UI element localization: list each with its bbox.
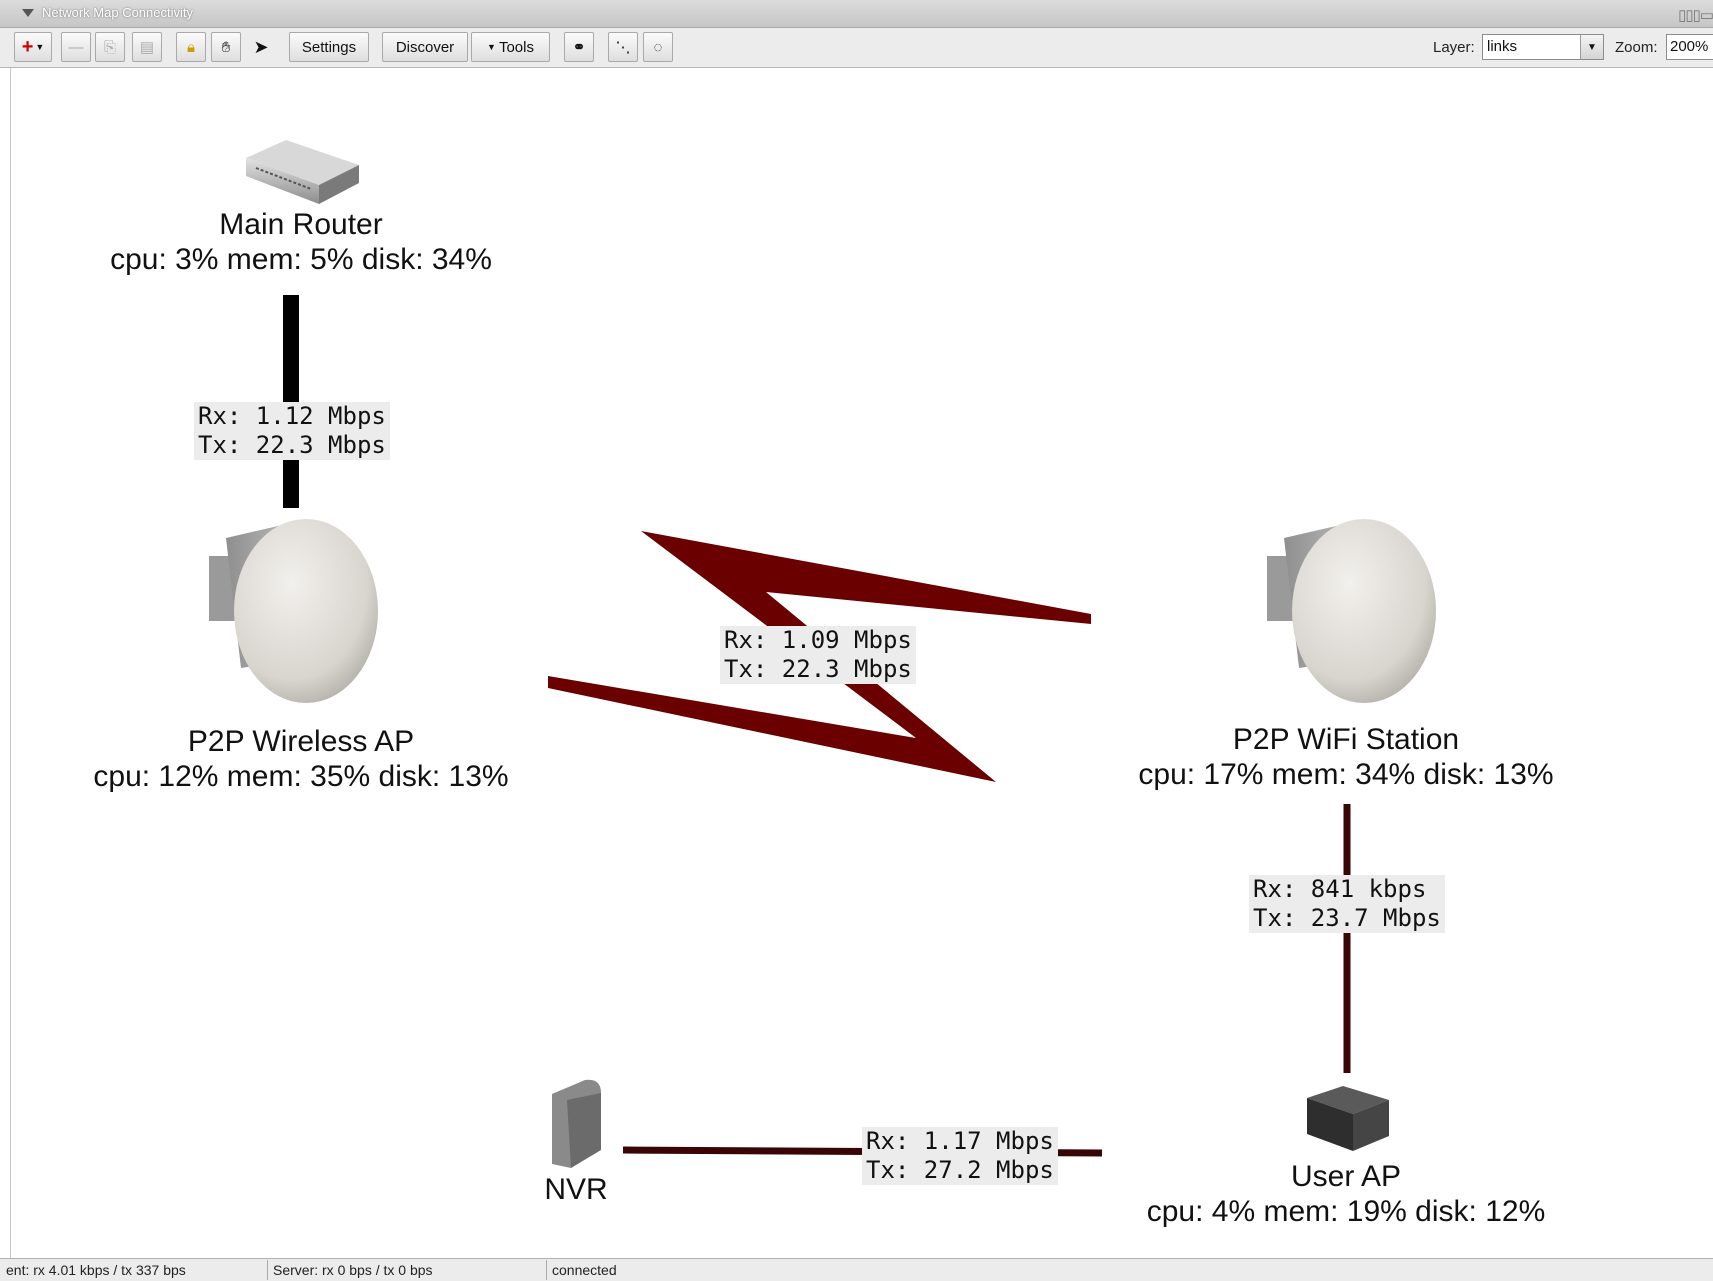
toolbar: + ▼ — ⎘ ▤ 🔒︎ ✋︎ ➤ Settings Discover ▼ Tool… — [0, 28, 1713, 68]
pointer-icon: ➤ — [253, 36, 269, 57]
node-main-router[interactable]: Main Router cpu: 3% mem: 5% disk: 34% — [51, 208, 551, 278]
server-traffic-status: Server: rx 0 bps / tx 0 bps — [273, 1262, 433, 1278]
p2p-station-device-icon[interactable] — [1267, 519, 1436, 703]
status-divider — [267, 1260, 268, 1280]
tools-label: Tools — [498, 38, 534, 56]
rx-text: Rx: 1.17 Mbps — [866, 1127, 1054, 1155]
layer-label: Layer: — [1433, 39, 1475, 56]
copy-icon: ⎘ — [103, 38, 116, 56]
window-titlebar: Network Map Connectivity ▯▯▯▭ — [0, 0, 1713, 28]
connection-status: connected — [552, 1262, 617, 1278]
node-name: Main Router — [219, 208, 383, 241]
rx-text: Rx: 1.12 Mbps — [198, 402, 386, 430]
node-name: User AP — [1290, 1160, 1402, 1193]
discover-button[interactable]: Discover — [382, 32, 468, 62]
hand-icon: ✋︎ — [221, 38, 231, 56]
rx-text: Rx: 841 kbps — [1253, 875, 1427, 903]
remove-button[interactable]: — — [61, 32, 91, 62]
router-device-icon[interactable] — [246, 140, 359, 204]
dropdown-arrow-icon: ▼ — [35, 42, 45, 52]
node-p2p-wireless-ap[interactable]: P2P Wireless AP cpu: 12% mem: 35% disk: … — [41, 725, 561, 795]
dropdown-arrow-icon: ▼ — [487, 42, 496, 52]
network-map-canvas[interactable]: Main Router cpu: 3% mem: 5% disk: 34% P2… — [10, 68, 1713, 1258]
link-label-router-ap: Rx: 1.12 Mbps Tx: 22.3 Mbps — [194, 402, 390, 460]
select-tool-button[interactable]: ➤ — [246, 32, 276, 62]
zoom-input[interactable]: 200% — [1666, 34, 1713, 60]
node-name: P2P Wireless AP — [187, 725, 415, 758]
dropdown-arrow-icon[interactable]: ▼ — [1580, 35, 1603, 59]
link-label-wireless: Rx: 1.09 Mbps Tx: 22.3 Mbps — [720, 626, 916, 684]
binoculars-icon: ⚭ — [572, 39, 586, 56]
find-button[interactable]: ⚭ — [564, 32, 594, 62]
tools-menu-button[interactable]: ▼ Tools — [471, 32, 550, 62]
tx-text: Tx: 22.3 Mbps — [724, 655, 912, 683]
circle-dots-icon: ◌ — [653, 38, 663, 56]
add-button[interactable]: + ▼ — [14, 32, 52, 62]
client-traffic-status: ent: rx 4.01 kbps / tx 337 bps — [6, 1262, 186, 1278]
paste-icon: ▤ — [139, 39, 155, 56]
node-stats: cpu: 17% mem: 34% disk: 13% — [1138, 758, 1554, 791]
tx-text: Tx: 22.3 Mbps — [198, 431, 386, 459]
p2p-ap-device-icon[interactable] — [209, 519, 378, 703]
zoom-label: Zoom: — [1615, 39, 1658, 56]
tx-text: Tx: 27.2 Mbps — [866, 1156, 1054, 1184]
status-divider — [546, 1260, 547, 1280]
node-nvr[interactable]: NVR — [511, 1173, 641, 1207]
node-name: P2P WiFi Station — [1232, 723, 1460, 756]
node-name: NVR — [544, 1173, 608, 1206]
layout-circle-button[interactable]: ◌ — [643, 32, 673, 62]
link-label-nvr-userap: Rx: 1.17 Mbps Tx: 27.2 Mbps — [862, 1127, 1058, 1185]
user-ap-device-icon[interactable] — [1307, 1086, 1389, 1151]
node-stats: cpu: 12% mem: 35% disk: 13% — [93, 760, 509, 793]
layer-value: links — [1487, 38, 1518, 55]
collapse-icon[interactable] — [22, 9, 34, 17]
node-stats: cpu: 4% mem: 19% disk: 12% — [1146, 1195, 1546, 1228]
window-title: Network Map Connectivity — [42, 5, 193, 20]
node-p2p-wifi-station[interactable]: P2P WiFi Station cpu: 17% mem: 34% disk:… — [1091, 723, 1601, 793]
tx-text: Tx: 23.7 Mbps — [1253, 904, 1441, 932]
node-stats: cpu: 3% mem: 5% disk: 34% — [110, 243, 492, 276]
link-label-station-userap: Rx: 841 kbps Tx: 23.7 Mbps — [1249, 875, 1445, 933]
nvr-device-icon[interactable] — [552, 1079, 601, 1168]
rx-text: Rx: 1.09 Mbps — [724, 626, 912, 654]
plus-icon: + — [21, 35, 34, 58]
diagonal-dots-icon: ⋱ — [615, 39, 631, 56]
pan-tool-button[interactable]: ✋︎ — [211, 32, 241, 62]
layout-straight-button[interactable]: ⋱ — [608, 32, 638, 62]
window-controls-icon[interactable]: ▯▯▯▭ — [1678, 6, 1713, 24]
lock-button[interactable]: 🔒︎ — [176, 32, 206, 62]
node-user-ap[interactable]: User AP cpu: 4% mem: 19% disk: 12% — [1091, 1160, 1601, 1230]
minus-icon: — — [68, 38, 84, 56]
copy-button[interactable]: ⎘ — [95, 32, 125, 62]
lock-icon: 🔒︎ — [187, 38, 195, 56]
layer-select[interactable]: links ▼ — [1482, 34, 1604, 60]
paste-button[interactable]: ▤ — [132, 32, 162, 62]
settings-button[interactable]: Settings — [289, 32, 369, 62]
status-bar: ent: rx 4.01 kbps / tx 337 bps Server: r… — [0, 1258, 1713, 1281]
